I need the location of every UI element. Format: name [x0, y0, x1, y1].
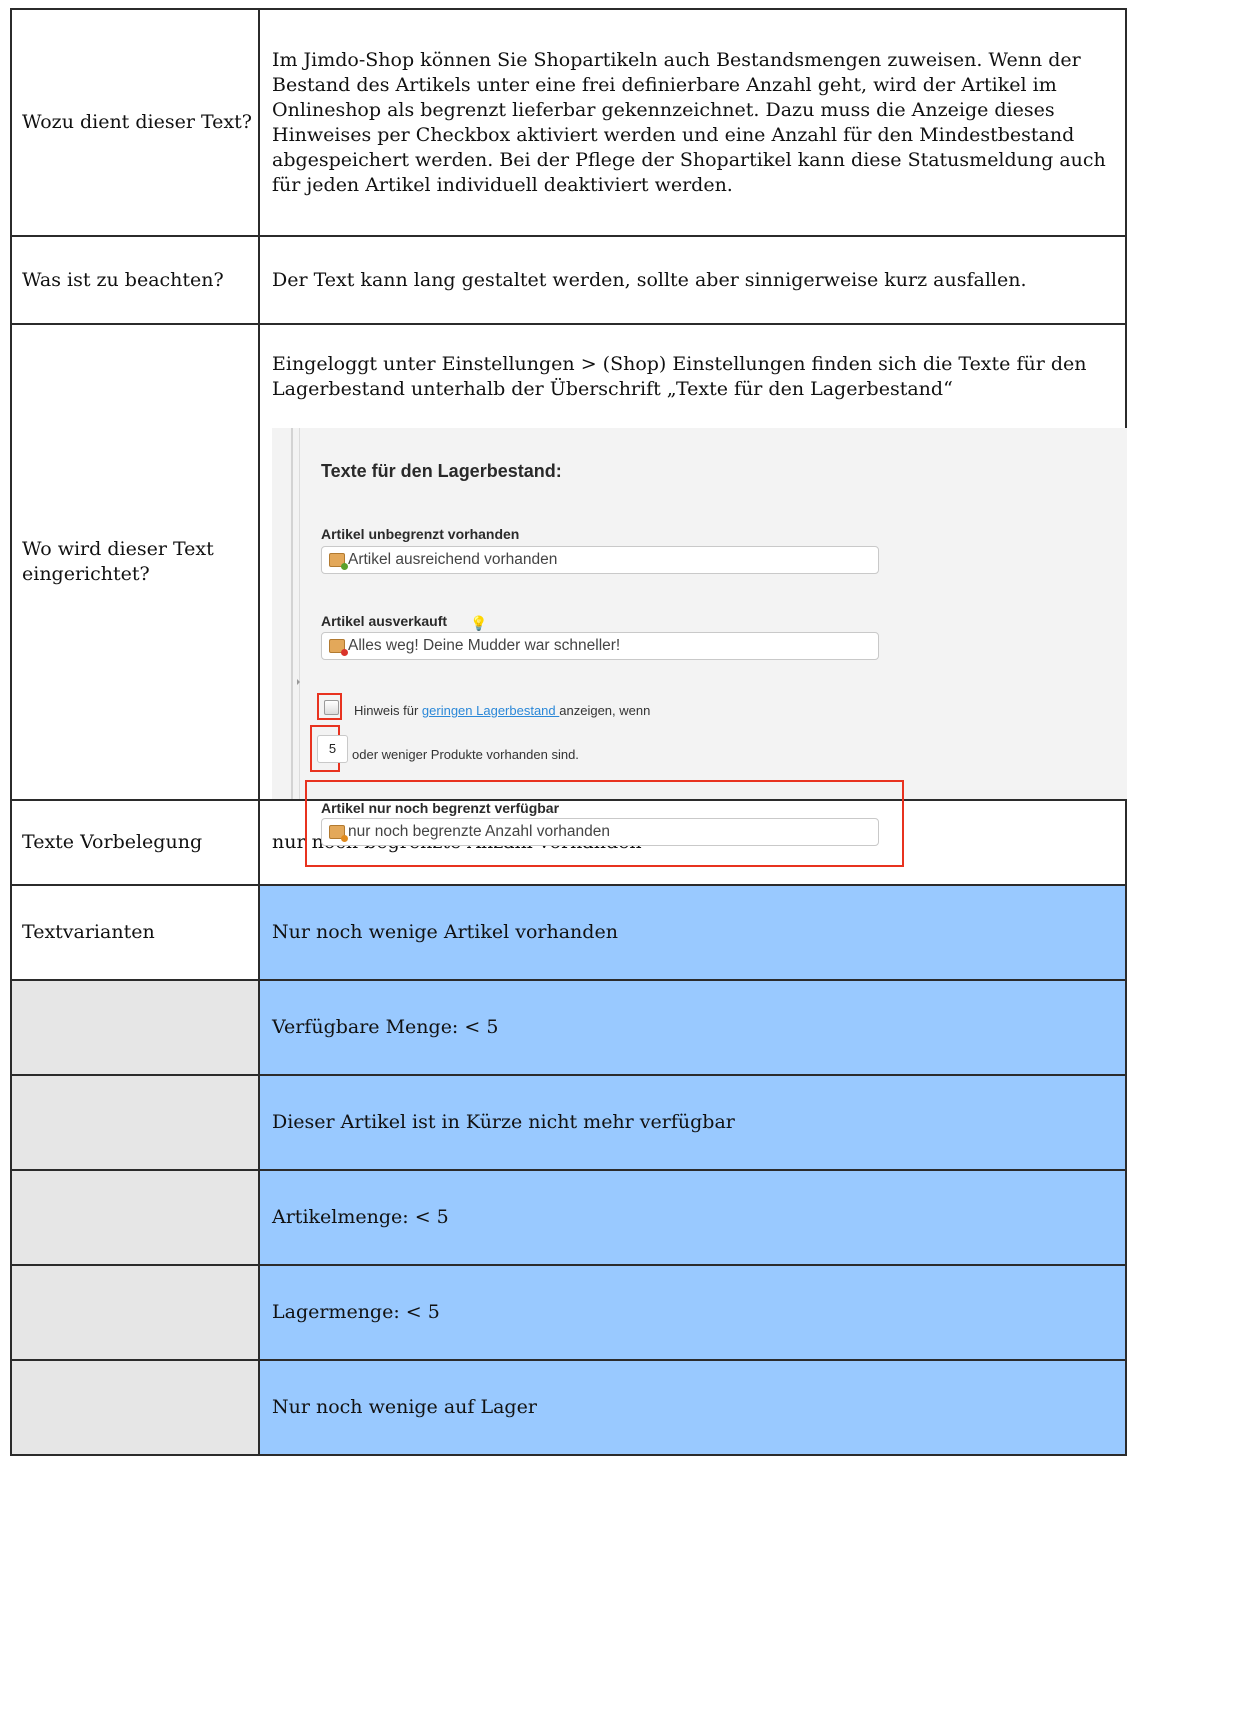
table-row: Lagermenge: < 5: [10, 1264, 1127, 1361]
table-row: Artikelmenge: < 5: [10, 1169, 1127, 1266]
table-row: Was ist zu beachten? Der Text kann lang …: [10, 235, 1127, 325]
collapse-arrow-icon: [297, 679, 300, 685]
variant-cell: Nur noch wenige auf Lager: [258, 1359, 1127, 1456]
row-label: Textvarianten: [10, 884, 260, 981]
low-stock-checkbox[interactable]: [324, 700, 339, 715]
package-limited-icon: [329, 825, 348, 842]
field-label: Artikel unbegrenzt vorhanden: [321, 526, 520, 542]
variant-cell: Artikelmenge: < 5: [258, 1169, 1127, 1266]
row-value: Der Text kann lang gestaltet werden, sol…: [258, 235, 1127, 325]
row-label: Was ist zu beachten?: [10, 235, 260, 325]
row-value: Im Jimdo-Shop können Sie Shopartikeln au…: [258, 8, 1127, 237]
variant-cell: Lagermenge: < 5: [258, 1264, 1127, 1361]
row-label: Wo wird dieser Text eingerichtet?: [10, 323, 260, 801]
input-value: Artikel ausreichend vorhanden: [348, 551, 558, 568]
table-row: Dieser Artikel ist in Kürze nicht mehr v…: [10, 1074, 1127, 1171]
variant-cell: Dieser Artikel ist in Kürze nicht mehr v…: [258, 1074, 1127, 1171]
stock-limited-input[interactable]: nur noch begrenzte Anzahl vorhanden: [321, 818, 879, 846]
hint-suffix: anzeigen, wenn: [559, 703, 651, 718]
row-label: Wozu dient dieser Text?: [10, 8, 260, 237]
table-row: Nur noch wenige auf Lager: [10, 1359, 1127, 1456]
settings-screenshot: Texte für den Lagerbestand: Artikel unbe…: [272, 428, 1127, 867]
document: Wozu dient dieser Text? Im Jimdo-Shop kö…: [10, 8, 1127, 1731]
low-stock-hint: Hinweis für geringen Lagerbestand anzeig…: [354, 698, 650, 723]
table-row: Textvarianten Nur noch wenige Artikel vo…: [10, 884, 1127, 981]
field-label: Artikel ausverkauft: [321, 613, 448, 629]
panel-border: [299, 428, 300, 799]
empty-label: [10, 1074, 260, 1171]
row-label: Texte Vorbelegung: [10, 799, 260, 886]
stock-soldout-input[interactable]: Alles weg! Deine Mudder war schneller!: [321, 632, 879, 660]
panel-border: [291, 428, 293, 799]
empty-label: [10, 1169, 260, 1266]
hint-prefix: Hinweis für: [354, 703, 422, 718]
variant-cell: Verfügbare Menge: < 5: [258, 979, 1127, 1076]
empty-label: [10, 1264, 260, 1361]
empty-label: [10, 979, 260, 1076]
table-row: Wozu dient dieser Text? Im Jimdo-Shop kö…: [10, 8, 1127, 237]
package-ok-icon: [329, 553, 348, 570]
low-stock-link[interactable]: geringen Lagerbestand: [422, 703, 559, 718]
threshold-text: oder weniger Produkte vorhanden sind.: [352, 747, 579, 762]
row-value-with-screenshot: Eingeloggt unter Einstellungen > (Shop) …: [258, 323, 1127, 867]
package-soldout-icon: [329, 639, 348, 656]
section-heading: Texte für den Lagerbestand:: [321, 461, 562, 481]
table-row: Wo wird dieser Text eingerichtet? Eingel…: [10, 323, 1127, 867]
empty-label: [10, 1359, 260, 1456]
input-value: Alles weg! Deine Mudder war schneller!: [348, 637, 621, 654]
text-spec-table: Wozu dient dieser Text? Im Jimdo-Shop kö…: [10, 8, 1127, 1456]
variant-cell: Nur noch wenige Artikel vorhanden: [258, 884, 1127, 981]
location-description: Eingeloggt unter Einstellungen > (Shop) …: [272, 353, 1087, 400]
input-value: nur noch begrenzte Anzahl vorhanden: [348, 823, 610, 840]
table-row: Verfügbare Menge: < 5: [10, 979, 1127, 1076]
threshold-input[interactable]: 5: [317, 735, 348, 763]
stock-unlimited-input[interactable]: Artikel ausreichend vorhanden: [321, 546, 879, 574]
